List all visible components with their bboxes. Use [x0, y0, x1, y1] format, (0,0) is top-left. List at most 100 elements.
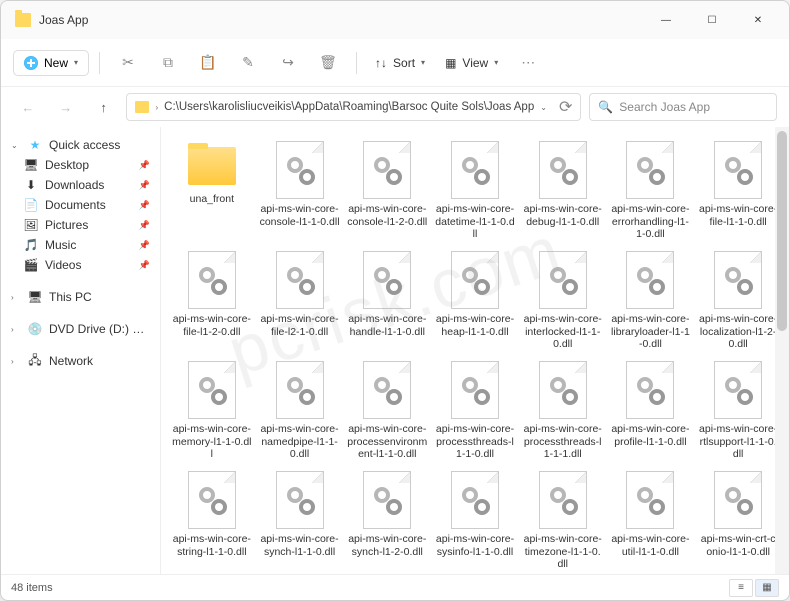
file-item[interactable]: api-ms-win-core-file-l1-2-0.dll	[169, 247, 255, 355]
divider	[356, 52, 357, 74]
refresh-button[interactable]: ⟳	[559, 97, 572, 117]
file-item[interactable]: api-ms-win-core-timezone-l1-1-0.dll	[520, 467, 606, 574]
file-item[interactable]: api-ms-win-core-processthreads-l1-1-1.dl…	[520, 357, 606, 465]
sidebar-label: Network	[49, 354, 93, 368]
divider	[99, 52, 100, 74]
scrollbar-track[interactable]	[775, 127, 789, 574]
file-item[interactable]: api-ms-win-core-file-l1-1-0.dll	[695, 137, 781, 245]
file-name: api-ms-win-core-sysinfo-l1-1-0.dll	[435, 533, 515, 571]
sidebar-item-music[interactable]: 🎵Music📌	[5, 235, 156, 255]
up-button[interactable]: ↑	[89, 93, 119, 121]
file-item[interactable]: api-ms-win-core-console-l1-1-0.dll	[257, 137, 343, 245]
file-item[interactable]: api-ms-win-core-localization-l1-2-0.dll	[695, 247, 781, 355]
sidebar-item-downloads[interactable]: ⬇Downloads📌	[5, 175, 156, 195]
file-item[interactable]: api-ms-win-core-debug-l1-1-0.dll	[520, 137, 606, 245]
new-button[interactable]: New ▾	[13, 50, 89, 76]
file-name: api-ms-win-core-interlocked-l1-1-0.dll	[523, 313, 603, 351]
forward-button[interactable]: →	[51, 93, 81, 121]
sidebar-network[interactable]: › 🖧 Network	[5, 351, 156, 371]
folder-icon: 🎬	[23, 258, 39, 272]
sidebar-item-desktop[interactable]: 🖥Desktop📌	[5, 155, 156, 175]
dll-icon	[714, 361, 762, 419]
folder-icon	[183, 141, 241, 189]
chevron-right-icon: ›	[11, 293, 21, 302]
sidebar-item-label: Desktop	[45, 158, 89, 172]
search-icon: 🔍	[598, 100, 613, 114]
file-item[interactable]: api-ms-win-core-synch-l1-1-0.dll	[257, 467, 343, 574]
back-button[interactable]: ←	[13, 93, 43, 121]
file-item[interactable]: api-ms-win-core-memory-l1-1-0.dll	[169, 357, 255, 465]
file-item[interactable]: api-ms-win-core-interlocked-l1-1-0.dll	[520, 247, 606, 355]
sidebar-item-videos[interactable]: 🎬 Videos 📌	[5, 255, 156, 275]
file-item[interactable]: api-ms-win-core-console-l1-2-0.dll	[344, 137, 430, 245]
sort-button[interactable]: ↑↓ Sort ▾	[367, 52, 433, 74]
maximize-button[interactable]: ☐	[689, 5, 735, 35]
sort-label: Sort	[393, 56, 415, 70]
file-item[interactable]: api-ms-win-core-heap-l1-1-0.dll	[432, 247, 518, 355]
file-item[interactable]: api-ms-win-core-rtlsupport-l1-1-0.dll	[695, 357, 781, 465]
file-name: api-ms-win-core-console-l1-2-0.dll	[347, 203, 427, 241]
dll-icon	[363, 251, 411, 309]
content-area[interactable]: una_frontapi-ms-win-core-console-l1-1-0.…	[161, 127, 789, 574]
file-item[interactable]: api-ms-win-core-handle-l1-1-0.dll	[344, 247, 430, 355]
network-icon: 🖧	[27, 354, 43, 368]
share-button[interactable]: ↪	[270, 48, 306, 78]
search-input[interactable]: 🔍 Search Joas App	[589, 93, 777, 121]
view-button[interactable]: ▦ View ▾	[437, 52, 506, 74]
copy-button[interactable]: ⧉	[150, 48, 186, 78]
file-item[interactable]: api-ms-win-core-string-l1-1-0.dll	[169, 467, 255, 574]
minimize-button[interactable]: ―	[643, 5, 689, 35]
file-item[interactable]: api-ms-win-crt-conio-l1-1-0.dll	[695, 467, 781, 574]
dll-icon	[188, 251, 236, 309]
dll-icon	[714, 141, 762, 199]
dll-icon	[714, 471, 762, 529]
addressbar: ← → ↑ › C:\Users\karolisliucveikis\AppDa…	[1, 87, 789, 127]
chevron-right-icon: ›	[155, 103, 158, 112]
close-button[interactable]: ✕	[735, 5, 781, 35]
sidebar-item-label: Videos	[45, 258, 81, 272]
file-item[interactable]: api-ms-win-core-sysinfo-l1-1-0.dll	[432, 467, 518, 574]
details-view-button[interactable]: ≡	[729, 579, 753, 597]
file-item[interactable]: api-ms-win-core-errorhandling-l1-1-0.dll	[608, 137, 694, 245]
file-item[interactable]: api-ms-win-core-libraryloader-l1-1-0.dll	[608, 247, 694, 355]
file-item[interactable]: api-ms-win-core-datetime-l1-1-0.dll	[432, 137, 518, 245]
sidebar-item-pictures[interactable]: 🖼Pictures📌	[5, 215, 156, 235]
rename-button[interactable]: ✎	[230, 48, 266, 78]
sidebar-dvd[interactable]: › 💿 DVD Drive (D:) CCCC	[5, 319, 156, 339]
file-name: api-ms-win-core-util-l1-1-0.dll	[610, 533, 690, 571]
scrollbar-thumb[interactable]	[777, 131, 787, 331]
paste-button[interactable]: 📋	[190, 48, 226, 78]
address-field[interactable]: › C:\Users\karolisliucveikis\AppData\Roa…	[126, 93, 581, 121]
dll-icon	[451, 361, 499, 419]
file-name: api-ms-win-core-rtlsupport-l1-1-0.dll	[698, 423, 778, 461]
file-item[interactable]: api-ms-win-core-processenvironment-l1-1-…	[344, 357, 430, 465]
icons-view-button[interactable]: ▦	[755, 579, 779, 597]
file-item[interactable]: api-ms-win-core-file-l2-1-0.dll	[257, 247, 343, 355]
sidebar-thispc[interactable]: › 🖥 This PC	[5, 287, 156, 307]
sidebar-quickaccess[interactable]: ⌄ ★ Quick access	[5, 135, 156, 155]
dll-icon	[714, 251, 762, 309]
pin-icon: 📌	[139, 260, 150, 271]
more-button[interactable]: ⋯	[510, 48, 546, 78]
folder-icon: 🖥	[23, 158, 39, 172]
folder-icon	[15, 13, 31, 27]
file-item[interactable]: api-ms-win-core-util-l1-1-0.dll	[608, 467, 694, 574]
file-name: api-ms-win-core-memory-l1-1-0.dll	[172, 423, 252, 461]
file-item[interactable]: api-ms-win-core-namedpipe-l1-1-0.dll	[257, 357, 343, 465]
sidebar: ⌄ ★ Quick access 🖥Desktop📌⬇Downloads📌📄Do…	[1, 127, 161, 574]
delete-button[interactable]: 🗑	[310, 48, 346, 78]
chevron-down-icon: ▾	[421, 58, 425, 67]
sidebar-label: Quick access	[49, 138, 120, 152]
cut-button[interactable]: ✂	[110, 48, 146, 78]
search-placeholder: Search Joas App	[619, 100, 710, 114]
file-item[interactable]: api-ms-win-core-processthreads-l1-1-0.dl…	[432, 357, 518, 465]
file-name: api-ms-win-core-synch-l1-2-0.dll	[347, 533, 427, 571]
window-title: Joas App	[39, 13, 88, 27]
dll-icon	[539, 141, 587, 199]
pin-icon: 📌	[139, 180, 150, 191]
file-item[interactable]: api-ms-win-core-synch-l1-2-0.dll	[344, 467, 430, 574]
sidebar-item-documents[interactable]: 📄Documents📌	[5, 195, 156, 215]
folder-item[interactable]: una_front	[169, 137, 255, 245]
file-item[interactable]: api-ms-win-core-profile-l1-1-0.dll	[608, 357, 694, 465]
file-name: una_front	[172, 193, 252, 231]
